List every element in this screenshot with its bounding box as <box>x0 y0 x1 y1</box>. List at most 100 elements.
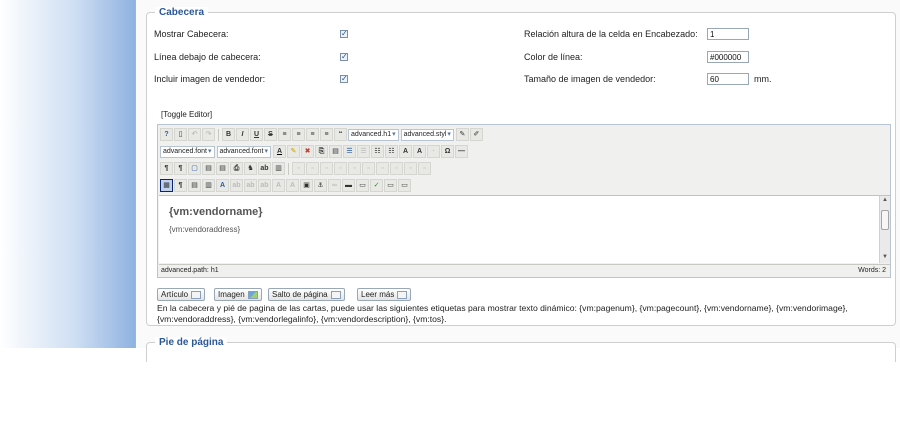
merge-cells-icon[interactable]: ▫ <box>418 162 431 175</box>
horizontal-rule-icon[interactable]: — <box>455 145 468 158</box>
editor-toolbar-3: ¶ ¶ ▢ ▤ ▤ ⎙ ♞ ab ▥ ▫ ▫ ▫ ▫ ▫ ▫ ▫ ▫ ▫ ▫ <box>160 161 432 176</box>
editor-toolbar-1: ? ▯ ↶ ↷ B I U S ≡ ≡ ≡ ≡ “ advanced.h1▾ a… <box>160 127 484 142</box>
link-icon[interactable]: ▬ <box>342 179 355 192</box>
italic-button[interactable]: I <box>236 128 249 141</box>
underline-button[interactable]: U <box>250 128 263 141</box>
acronym-icon[interactable]: ab <box>258 179 271 192</box>
help-text: En la cabecera y pié de pagina de las ca… <box>157 303 848 324</box>
spellcheck-icon[interactable]: A <box>216 179 229 192</box>
readmore-button[interactable]: Leer más <box>357 288 412 301</box>
superscript-icon[interactable]: A <box>413 145 426 158</box>
edit-css-icon[interactable]: ✎ <box>455 128 469 141</box>
cell-height-ratio-input[interactable]: 1 <box>707 28 749 40</box>
font-size-select[interactable]: advanced.font▾ <box>216 145 271 158</box>
abbr-icon[interactable]: ab <box>244 179 257 192</box>
special-char-icon[interactable]: Ω <box>441 145 454 158</box>
scroll-thumb[interactable] <box>881 210 889 230</box>
rtl-icon[interactable]: ¶ <box>174 162 187 175</box>
copy-icon[interactable]: ⎘ <box>315 145 328 158</box>
blockquote-icon[interactable]: “ <box>334 128 347 141</box>
readmore-button-label: Leer más <box>361 290 395 299</box>
pagebreak-icon <box>330 290 341 299</box>
col-before-icon[interactable]: ▫ <box>362 162 375 175</box>
font-family-value: advanced.font <box>163 147 207 155</box>
undo-icon[interactable]: ↶ <box>188 128 201 141</box>
table-cell-props-icon[interactable]: ▫ <box>306 162 319 175</box>
subscript-icon[interactable]: A <box>399 145 412 158</box>
scroll-down-icon[interactable]: ▼ <box>880 254 890 263</box>
new-document-icon[interactable]: ▯ <box>174 128 187 141</box>
style-select[interactable]: advanced.styl▾ <box>400 128 454 141</box>
delete-row-icon[interactable]: ▫ <box>348 162 361 175</box>
find-icon[interactable]: ♞ <box>244 162 257 175</box>
text-color-icon[interactable]: A <box>273 145 286 158</box>
cut-icon[interactable]: ✖ <box>301 145 314 158</box>
preview-icon[interactable]: ▤ <box>202 162 215 175</box>
anchor-icon[interactable]: ⚓ <box>314 179 327 192</box>
align-left-icon[interactable]: ≡ <box>278 128 291 141</box>
ltr-icon[interactable]: ¶ <box>160 162 173 175</box>
image-button[interactable]: Imagen <box>214 288 262 301</box>
ins-icon[interactable]: A <box>286 179 299 192</box>
paste-word-icon[interactable]: ☰ <box>357 145 370 158</box>
non-breaking-icon[interactable]: ▤ <box>188 179 201 192</box>
article-button[interactable]: Artículo <box>157 288 206 301</box>
paste-text-icon[interactable]: ☰ <box>343 145 356 158</box>
ordered-list-icon[interactable]: ☷ <box>371 145 384 158</box>
element-path: advanced.path: h1 <box>161 267 219 274</box>
align-center-icon[interactable]: ≡ <box>292 128 305 141</box>
align-right-icon[interactable]: ≡ <box>306 128 319 141</box>
del-icon[interactable]: A <box>272 179 285 192</box>
help-icon[interactable]: ? <box>160 128 173 141</box>
header-legend: Cabecera <box>155 7 209 18</box>
table-row-props-icon[interactable]: ▫ <box>292 162 305 175</box>
editor-content-area[interactable]: {vm:vendorname} {vm:vendoraddress} <box>159 195 880 263</box>
toolbar-separator <box>288 162 290 175</box>
paste-icon[interactable]: ▤ <box>329 145 342 158</box>
chevron-down-icon: ▾ <box>207 147 212 155</box>
block-icon[interactable]: ▥ <box>202 179 215 192</box>
cite-icon[interactable]: ab <box>230 179 243 192</box>
strikethrough-button[interactable]: S <box>264 128 277 141</box>
format-select[interactable]: advanced.h1▾ <box>348 128 399 141</box>
delete-col-icon[interactable]: ▫ <box>390 162 403 175</box>
editor-scrollbar[interactable]: ▲ ▼ <box>879 195 890 263</box>
highlight-icon[interactable]: ✎ <box>287 145 300 158</box>
visual-chars-icon[interactable]: ¶ <box>174 179 187 192</box>
split-cells-icon[interactable]: ▫ <box>404 162 417 175</box>
layer-icon[interactable]: ▭ <box>398 179 411 192</box>
line-color-input[interactable]: #000000 <box>707 51 749 63</box>
fullscreen-icon[interactable]: ▢ <box>188 162 201 175</box>
cleanup-icon[interactable]: ✐ <box>469 128 483 141</box>
spellchecker-icon[interactable]: ✓ <box>370 179 383 192</box>
header-line-checkbox[interactable]: ✓ <box>340 53 348 61</box>
col-after-icon[interactable]: ▫ <box>376 162 389 175</box>
vendor-image-size-input[interactable]: 60 <box>707 73 749 85</box>
bold-button[interactable]: B <box>222 128 235 141</box>
template-icon[interactable]: ▤ <box>216 162 229 175</box>
media-icon[interactable]: ▭ <box>384 179 397 192</box>
font-family-select[interactable]: advanced.font▾ <box>160 145 215 158</box>
pagebreak-button[interactable]: Salto de página <box>268 288 345 301</box>
row-before-icon[interactable]: ▫ <box>320 162 333 175</box>
table-insert-icon[interactable]: ▥ <box>272 162 285 175</box>
print-icon[interactable]: ⎙ <box>230 162 243 175</box>
show-header-label: Mostrar Cabecera: <box>154 29 229 39</box>
align-justify-icon[interactable]: ≡ <box>320 128 333 141</box>
row-after-icon[interactable]: ▫ <box>334 162 347 175</box>
unordered-list-icon[interactable]: ☷ <box>385 145 398 158</box>
scroll-up-icon[interactable]: ▲ <box>880 197 890 206</box>
toggle-editor-link[interactable]: [Toggle Editor] <box>161 110 212 119</box>
unlink-icon[interactable]: ∞ <box>328 179 341 192</box>
vendor-image-checkbox[interactable]: ✓ <box>340 75 348 83</box>
editor-toolbar-2: advanced.font▾ advanced.font▾ A ✎ ✖ ⎘ ▤ … <box>160 144 469 159</box>
header-fieldset: Cabecera Mostrar Cabecera: ✓ Línea debaj… <box>146 7 896 326</box>
visual-aid-icon[interactable]: ▦ <box>160 179 173 192</box>
image-icon[interactable]: ▭ <box>356 179 369 192</box>
attribs-icon[interactable]: ▣ <box>300 179 313 192</box>
replace-icon[interactable]: ab <box>258 162 271 175</box>
footer-legend: Pie de página <box>155 337 228 348</box>
redo-icon[interactable]: ↷ <box>202 128 215 141</box>
emoticon-icon[interactable]: · <box>427 145 440 158</box>
show-header-checkbox[interactable]: ✓ <box>340 30 348 38</box>
